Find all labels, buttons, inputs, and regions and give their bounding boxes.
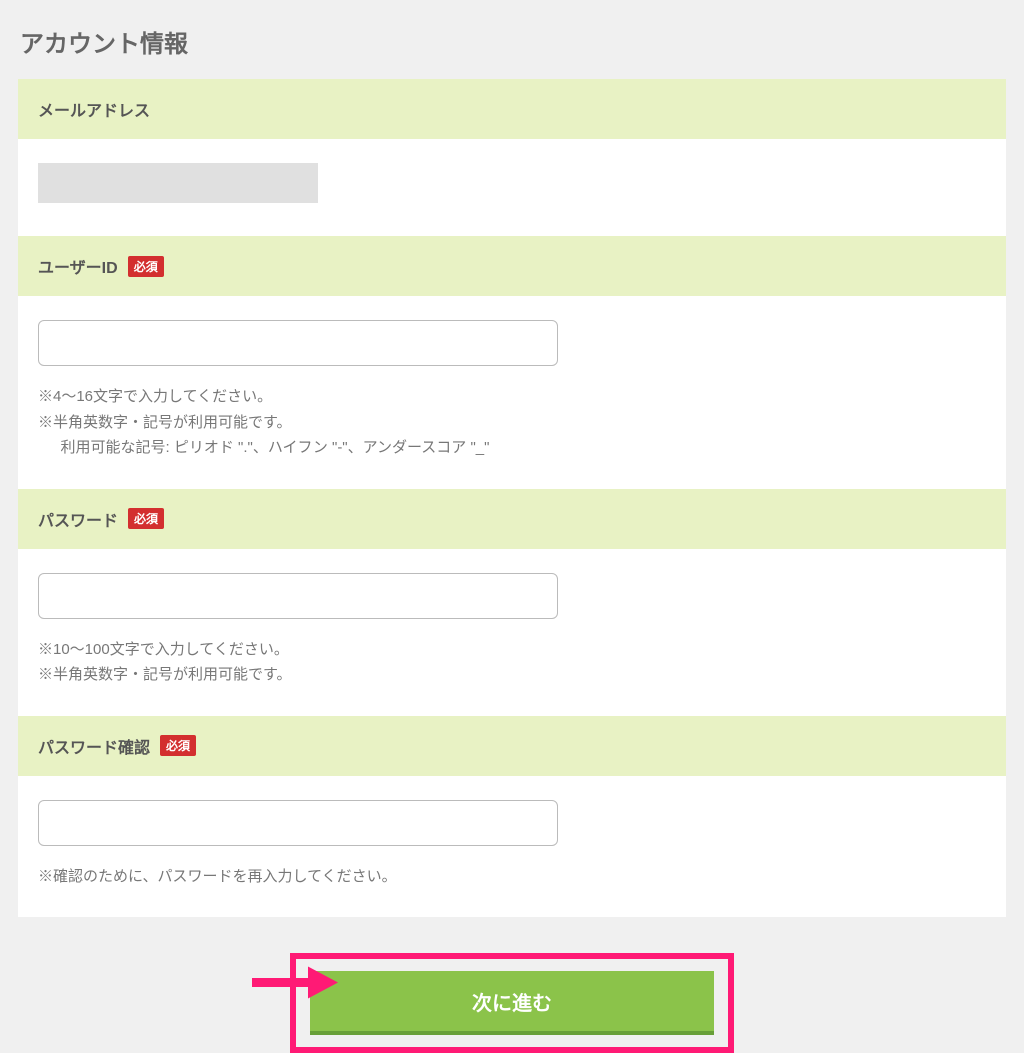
password-input[interactable] <box>38 573 558 619</box>
user-id-section-header: ユーザーID 必須 <box>18 236 1006 296</box>
password-confirm-input[interactable] <box>38 800 558 846</box>
user-id-help: ※4〜16文字で入力してください。 ※半角英数字・記号が利用可能です。 利用可能… <box>38 384 986 461</box>
email-section-body <box>18 139 1006 236</box>
arrow-right-icon <box>248 963 338 1008</box>
required-badge: 必須 <box>128 256 164 277</box>
user-id-help-line1: ※4〜16文字で入力してください。 <box>38 384 986 410</box>
password-confirm-label: パスワード確認 <box>38 734 150 758</box>
required-badge: 必須 <box>128 508 164 529</box>
password-help-line2: ※半角英数字・記号が利用可能です。 <box>38 662 986 688</box>
email-value <box>38 163 318 203</box>
user-id-help-line3: 利用可能な記号: ピリオド "."、ハイフン "-"、アンダースコア "_" <box>38 435 986 461</box>
password-confirm-help: ※確認のために、パスワードを再入力してください。 <box>38 864 986 890</box>
user-id-label: ユーザーID <box>38 254 118 278</box>
next-button-label: 次に進む <box>472 987 552 1016</box>
password-label: パスワード <box>38 507 118 531</box>
password-confirm-section-body: ※確認のために、パスワードを再入力してください。 <box>18 776 1006 918</box>
user-id-input[interactable] <box>38 320 558 366</box>
user-id-help-line2: ※半角英数字・記号が利用可能です。 <box>38 410 986 436</box>
password-help-line1: ※10〜100文字で入力してください。 <box>38 637 986 663</box>
password-help: ※10〜100文字で入力してください。 ※半角英数字・記号が利用可能です。 <box>38 637 986 688</box>
submit-highlight: 次に進む <box>290 953 734 1053</box>
required-badge: 必須 <box>160 735 196 756</box>
email-section-header: メールアドレス <box>18 79 1006 139</box>
password-confirm-help-line1: ※確認のために、パスワードを再入力してください。 <box>38 864 986 890</box>
password-section-body: ※10〜100文字で入力してください。 ※半角英数字・記号が利用可能です。 <box>18 549 1006 716</box>
password-section-header: パスワード 必須 <box>18 489 1006 549</box>
submit-row: 次に進む <box>0 917 1024 1053</box>
email-label: メールアドレス <box>38 97 150 121</box>
user-id-section-body: ※4〜16文字で入力してください。 ※半角英数字・記号が利用可能です。 利用可能… <box>18 296 1006 489</box>
password-confirm-section-header: パスワード確認 必須 <box>18 716 1006 776</box>
next-button[interactable]: 次に進む <box>310 971 714 1035</box>
account-form: メールアドレス ユーザーID 必須 ※4〜16文字で入力してください。 ※半角英… <box>18 79 1006 917</box>
page-title: アカウント情報 <box>0 0 1024 79</box>
